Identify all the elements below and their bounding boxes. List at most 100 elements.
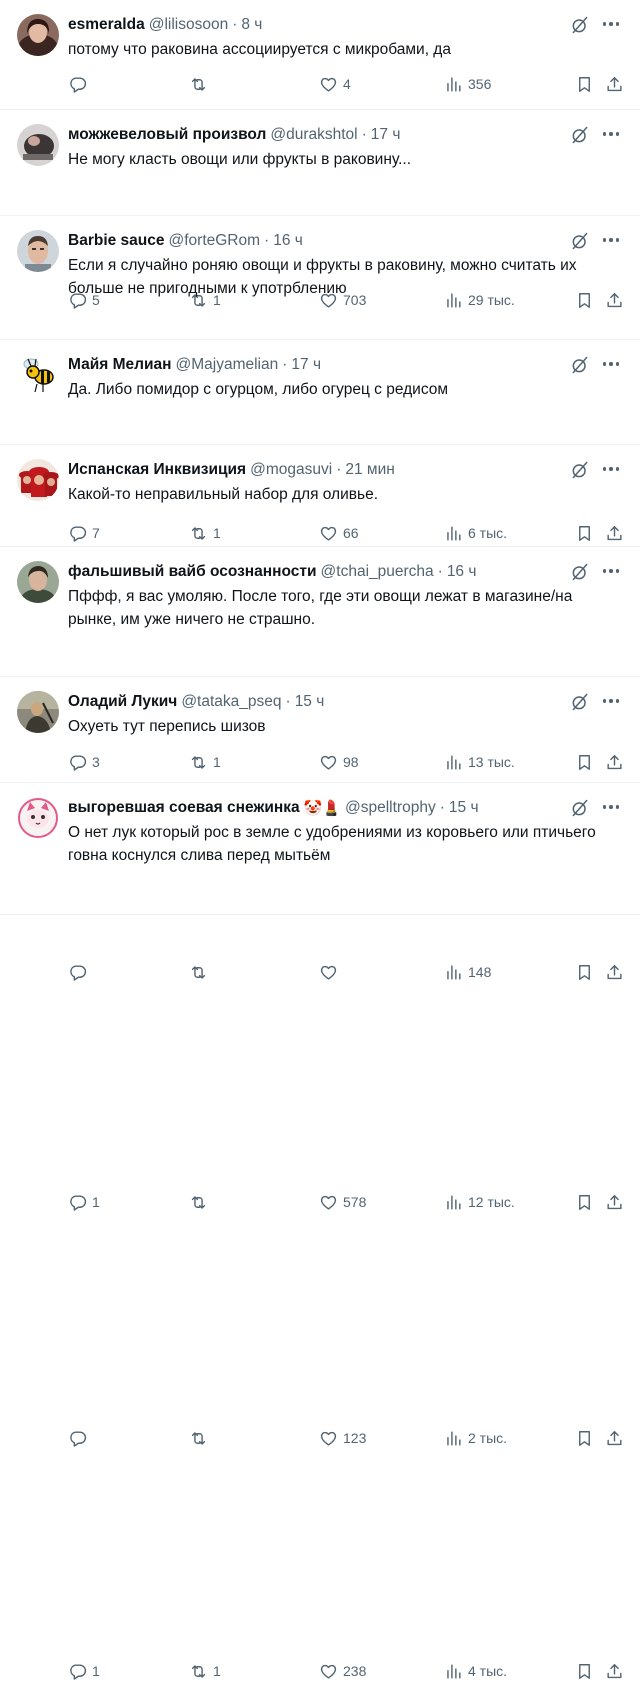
bookmark-button[interactable] xyxy=(575,1193,594,1212)
heart-icon xyxy=(319,1429,338,1448)
tweet-time[interactable]: 17 ч xyxy=(291,356,321,374)
bookmark-icon xyxy=(575,75,594,94)
display-name[interactable]: Испанская Инквизиция xyxy=(68,461,246,479)
share-button[interactable] xyxy=(605,1662,624,1681)
bookmark-button[interactable] xyxy=(575,963,594,982)
more-options-icon[interactable] xyxy=(600,14,622,34)
tweet[interactable]: фальшивый вайб осознанности @tchai_puerc… xyxy=(0,547,640,1211)
like-button[interactable]: 4 xyxy=(319,75,351,94)
tweet-header: Майя Мелиан @Majyamelian · 17 ч xyxy=(68,354,568,376)
grok-icon[interactable] xyxy=(570,125,590,145)
tweet[interactable]: Испанская Инквизиция @mogasuvi · 21 мин … xyxy=(0,445,640,981)
tweet-time[interactable]: 16 ч xyxy=(447,563,477,581)
tweet[interactable]: Barbie sauce @forteGRom · 16 ч Если я сл… xyxy=(0,216,640,542)
more-options-icon[interactable] xyxy=(600,230,622,250)
display-name[interactable]: фальшивый вайб осознанности xyxy=(68,563,317,581)
views-button[interactable]: 12 тыс. xyxy=(444,1193,515,1212)
views-button-count: 356 xyxy=(468,76,492,92)
tweet[interactable]: Оладий Лукич @tataka_pseq · 15 ч Охуеть … xyxy=(0,677,640,1447)
reply-button[interactable] xyxy=(68,1429,87,1448)
like-button[interactable]: 578 xyxy=(319,1193,366,1212)
avatar[interactable] xyxy=(17,797,59,839)
grok-icon[interactable] xyxy=(570,355,590,375)
user-handle[interactable]: @lilisosoon xyxy=(149,16,229,34)
more-options-icon[interactable] xyxy=(600,691,622,711)
views-button[interactable]: 4 тыс. xyxy=(444,1662,507,1681)
user-handle[interactable]: @durakshtol xyxy=(270,126,357,144)
tweet[interactable]: выгоревшая соевая снежинка 🤡💄 @spelltrop… xyxy=(0,783,640,1680)
share-button[interactable] xyxy=(605,75,624,94)
display-name[interactable]: Майя Мелиан xyxy=(68,356,172,374)
tweet-text: Пффф, я вас умоляю. После того, где эти … xyxy=(68,588,573,628)
views-button[interactable]: 2 тыс. xyxy=(444,1429,507,1448)
like-button[interactable]: 123 xyxy=(319,1429,366,1448)
user-handle[interactable]: @tchai_puercha xyxy=(321,563,434,581)
reply-icon xyxy=(68,75,87,94)
avatar[interactable] xyxy=(17,124,59,166)
bookmark-button[interactable] xyxy=(575,1662,594,1681)
more-options-icon[interactable] xyxy=(600,459,622,479)
tweet[interactable]: можжевеловый произвол @durakshtol · 17 ч… xyxy=(0,110,640,309)
share-icon xyxy=(605,1662,624,1681)
display-name[interactable]: Barbie sauce xyxy=(68,232,165,250)
heart-icon xyxy=(319,1662,338,1681)
bookmark-button[interactable] xyxy=(575,75,594,94)
reply-button[interactable] xyxy=(68,75,87,94)
user-handle[interactable]: @mogasuvi xyxy=(250,461,332,479)
bookmark-button[interactable] xyxy=(575,1429,594,1448)
avatar[interactable] xyxy=(17,354,59,396)
user-handle[interactable]: @Majyamelian xyxy=(176,356,279,374)
more-options-icon[interactable] xyxy=(600,124,622,144)
views-button[interactable]: 148 xyxy=(444,963,491,982)
avatar[interactable] xyxy=(17,459,59,501)
views-button-count: 4 тыс. xyxy=(468,1663,508,1679)
tweet-time[interactable]: 16 ч xyxy=(273,232,303,250)
analytics-icon xyxy=(444,1193,463,1212)
tweet-time[interactable]: 15 ч xyxy=(295,693,325,711)
repost-button[interactable] xyxy=(189,1429,208,1448)
avatar[interactable] xyxy=(17,230,59,272)
grok-icon[interactable] xyxy=(570,15,590,35)
share-button[interactable] xyxy=(605,1429,624,1448)
display-name[interactable]: esmeralda xyxy=(68,16,145,34)
display-name[interactable]: Оладий Лукич xyxy=(68,693,177,711)
grok-icon[interactable] xyxy=(570,692,590,712)
grok-icon[interactable] xyxy=(570,562,590,582)
reply-button[interactable]: 1 xyxy=(68,1662,100,1681)
reply-button[interactable] xyxy=(68,963,87,982)
tweet[interactable]: Майя Мелиан @Majyamelian · 17 ч Да. Либо… xyxy=(0,340,640,771)
user-handle[interactable]: @spelltrophy xyxy=(345,799,436,817)
display-name[interactable]: можжевеловый произвол xyxy=(68,126,266,144)
avatar[interactable] xyxy=(17,691,59,733)
repost-button[interactable]: 1 xyxy=(189,1662,221,1681)
reply-button[interactable]: 1 xyxy=(68,1193,100,1212)
views-button[interactable]: 356 xyxy=(444,75,491,94)
more-options-icon[interactable] xyxy=(600,797,622,817)
heart-icon xyxy=(319,75,338,94)
more-options-icon[interactable] xyxy=(600,561,622,581)
avatar[interactable] xyxy=(17,14,59,56)
avatar[interactable] xyxy=(17,561,59,603)
user-handle[interactable]: @forteGRom xyxy=(169,232,261,250)
share-button[interactable] xyxy=(605,1193,624,1212)
repost-button[interactable] xyxy=(189,963,208,982)
tweet-time[interactable]: 21 мин xyxy=(345,461,394,479)
tweet-actions: 148 xyxy=(68,961,624,983)
repost-icon xyxy=(189,1193,208,1212)
grok-icon[interactable] xyxy=(570,798,590,818)
tweet[interactable]: esmeralda @lilisosoon · 8 ч потому что р… xyxy=(0,0,640,110)
repost-button[interactable] xyxy=(189,1193,208,1212)
user-handle[interactable]: @tataka_pseq xyxy=(181,693,281,711)
tweet-time[interactable]: 8 ч xyxy=(241,16,262,34)
like-button[interactable] xyxy=(319,963,338,982)
tweet-time[interactable]: 17 ч xyxy=(371,126,401,144)
separator-dot: · xyxy=(336,461,342,478)
repost-button[interactable] xyxy=(189,75,208,94)
grok-icon[interactable] xyxy=(570,460,590,480)
grok-icon[interactable] xyxy=(570,231,590,251)
display-name[interactable]: выгоревшая соевая снежинка xyxy=(68,799,300,817)
like-button[interactable]: 238 xyxy=(319,1662,366,1681)
tweet-time[interactable]: 15 ч xyxy=(449,799,479,817)
more-options-icon[interactable] xyxy=(600,354,622,374)
share-button[interactable] xyxy=(605,963,624,982)
